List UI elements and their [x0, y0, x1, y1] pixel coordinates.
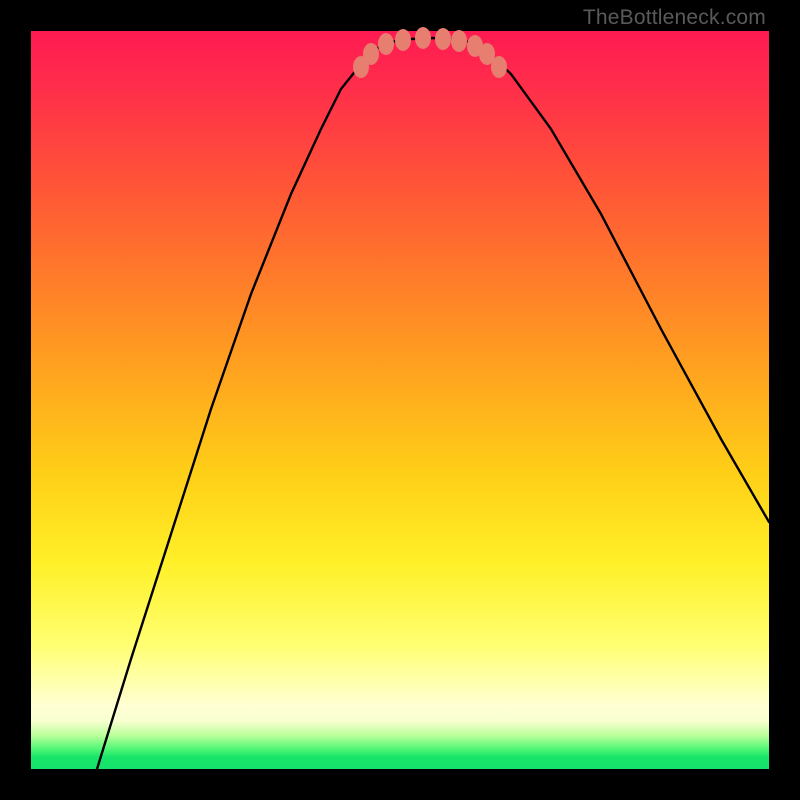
marker-point — [415, 27, 431, 49]
marker-point — [491, 56, 507, 78]
watermark-text: TheBottleneck.com — [583, 6, 766, 30]
marker-point — [451, 30, 467, 52]
highlight-markers — [353, 27, 507, 78]
marker-point — [363, 43, 379, 65]
curve-layer — [31, 31, 769, 769]
plot-area — [31, 31, 769, 769]
chart-frame: TheBottleneck.com — [0, 0, 800, 800]
bottleneck-curve — [97, 38, 769, 769]
marker-point — [435, 28, 451, 50]
marker-point — [395, 29, 411, 51]
marker-point — [378, 33, 394, 55]
